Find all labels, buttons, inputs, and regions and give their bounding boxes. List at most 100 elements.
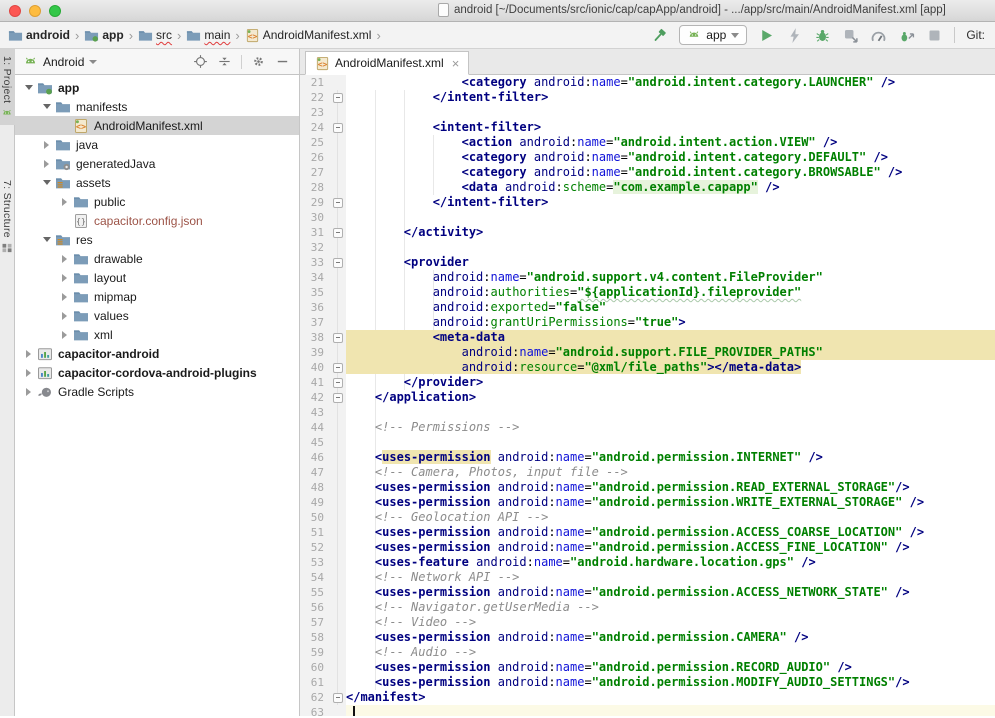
- debug-button[interactable]: [814, 27, 831, 44]
- expand-arrow-icon[interactable]: [23, 350, 34, 358]
- tree-item-generatedJava[interactable]: generatedJava: [15, 154, 299, 173]
- code-line-text[interactable]: </intent-filter>: [346, 195, 995, 210]
- code-editor[interactable]: 21 <category android:name="android.inten…: [300, 75, 995, 716]
- breadcrumb-item-app[interactable]: app: [84, 28, 123, 43]
- tree-item-res[interactable]: res: [15, 230, 299, 249]
- code-line-text[interactable]: [346, 210, 995, 225]
- tree-item-public[interactable]: public: [15, 192, 299, 211]
- code-line-text[interactable]: [346, 435, 995, 450]
- minimize-window-button[interactable]: [29, 5, 41, 17]
- code-line-text[interactable]: <provider: [346, 255, 995, 270]
- chevron-down-icon[interactable]: [89, 60, 97, 64]
- code-line-text[interactable]: <!-- Camera, Photos, input file -->: [346, 465, 995, 480]
- fold-toggle-icon[interactable]: [333, 258, 343, 268]
- collapse-all-button[interactable]: [217, 54, 232, 69]
- breadcrumb-item-src[interactable]: src: [138, 28, 172, 43]
- fold-toggle-icon[interactable]: [333, 333, 343, 343]
- tree-item-capacitor-android[interactable]: capacitor-android: [15, 344, 299, 363]
- tree-item-AndroidManifest.xml[interactable]: <>AndroidManifest.xml: [15, 116, 299, 135]
- code-line-text[interactable]: <category android:name="android.intent.c…: [346, 150, 995, 165]
- expand-arrow-icon[interactable]: [23, 85, 34, 90]
- hide-button[interactable]: [275, 54, 290, 69]
- code-line-text[interactable]: android:exported="false": [346, 300, 995, 315]
- code-line-text[interactable]: <uses-permission android:name="android.p…: [346, 660, 995, 675]
- code-line-text[interactable]: <uses-permission android:name="android.p…: [346, 525, 995, 540]
- profiler-button[interactable]: [870, 27, 887, 44]
- fold-toggle-icon[interactable]: [333, 93, 343, 103]
- breadcrumb-item-main[interactable]: main: [186, 28, 230, 43]
- tree-item-Gradle Scripts[interactable]: Gradle Scripts: [15, 382, 299, 401]
- code-line-text[interactable]: android:resource="@xml/file_paths"></met…: [346, 360, 995, 375]
- code-line-text[interactable]: <action android:name="android.intent.act…: [346, 135, 995, 150]
- tree-item-values[interactable]: values: [15, 306, 299, 325]
- code-line-text[interactable]: <uses-permission android:name="android.p…: [346, 585, 995, 600]
- code-line-text[interactable]: <intent-filter>: [346, 120, 995, 135]
- expand-arrow-icon[interactable]: [41, 237, 52, 242]
- fold-toggle-icon[interactable]: [333, 363, 343, 373]
- code-line-text[interactable]: [346, 105, 995, 120]
- view-selector[interactable]: Android: [43, 55, 84, 69]
- expand-arrow-icon[interactable]: [41, 160, 52, 168]
- close-icon[interactable]: ×: [452, 57, 460, 70]
- breadcrumb-item-AndroidManifest.xml[interactable]: <>AndroidManifest.xml: [245, 28, 372, 43]
- zoom-window-button[interactable]: [49, 5, 61, 17]
- fold-toggle-icon[interactable]: [333, 198, 343, 208]
- code-line-text[interactable]: <!-- Network API -->: [346, 570, 995, 585]
- stop-button[interactable]: [926, 27, 943, 44]
- tool-window-button----project[interactable]: 1: Project: [0, 49, 15, 125]
- code-line-text[interactable]: android:name="android.support.v4.content…: [346, 270, 995, 285]
- tree-item-xml[interactable]: xml: [15, 325, 299, 344]
- code-line-text[interactable]: android:name="android.support.FILE_PROVI…: [346, 345, 995, 360]
- tree-item-manifests[interactable]: manifests: [15, 97, 299, 116]
- tree-item-assets[interactable]: assets: [15, 173, 299, 192]
- expand-arrow-icon[interactable]: [59, 331, 70, 339]
- code-line-text[interactable]: <category android:name="android.intent.c…: [346, 165, 995, 180]
- code-line-text[interactable]: <!-- Permissions -->: [346, 420, 995, 435]
- build-hammer-button[interactable]: [651, 27, 668, 44]
- code-line-text[interactable]: <uses-feature android:name="android.hard…: [346, 555, 995, 570]
- code-line-text[interactable]: <!-- Video -->: [346, 615, 995, 630]
- attach-debugger-button[interactable]: [898, 27, 915, 44]
- fold-toggle-icon[interactable]: [333, 123, 343, 133]
- apply-changes-button[interactable]: [786, 27, 803, 44]
- code-line-text[interactable]: </intent-filter>: [346, 90, 995, 105]
- code-line-text[interactable]: <!-- Audio -->: [346, 645, 995, 660]
- run-button[interactable]: [758, 27, 775, 44]
- code-line-text[interactable]: <!-- Geolocation API -->: [346, 510, 995, 525]
- expand-arrow-icon[interactable]: [59, 198, 70, 206]
- tree-item-app[interactable]: app: [15, 78, 299, 97]
- code-line-text[interactable]: <uses-permission android:name="android.p…: [346, 495, 995, 510]
- breadcrumb-item-android[interactable]: android: [8, 28, 70, 43]
- code-line-text[interactable]: <uses-permission android:name="android.p…: [346, 450, 995, 465]
- code-line-text[interactable]: </manifest>: [346, 690, 995, 705]
- tree-item-layout[interactable]: layout: [15, 268, 299, 287]
- tree-item-drawable[interactable]: drawable: [15, 249, 299, 268]
- coverage-button[interactable]: [842, 27, 859, 44]
- expand-arrow-icon[interactable]: [41, 180, 52, 185]
- code-line-text[interactable]: <uses-permission android:name="android.p…: [346, 675, 995, 690]
- code-line-text[interactable]: <data android:scheme="com.example.capapp…: [346, 180, 995, 195]
- expand-arrow-icon[interactable]: [23, 388, 34, 396]
- expand-arrow-icon[interactable]: [41, 104, 52, 109]
- fold-toggle-icon[interactable]: [333, 378, 343, 388]
- expand-arrow-icon[interactable]: [41, 141, 52, 149]
- expand-arrow-icon[interactable]: [59, 274, 70, 282]
- settings-button[interactable]: [251, 54, 266, 69]
- code-line-text[interactable]: android:authorities="${applicationId}.fi…: [346, 285, 995, 300]
- code-line-text[interactable]: </provider>: [346, 375, 995, 390]
- code-line-text[interactable]: </application>: [346, 390, 995, 405]
- code-line-text[interactable]: [346, 405, 995, 420]
- close-window-button[interactable]: [9, 5, 21, 17]
- code-line-text[interactable]: <uses-permission android:name="android.p…: [346, 630, 995, 645]
- fold-toggle-icon[interactable]: [333, 228, 343, 238]
- fold-toggle-icon[interactable]: [333, 393, 343, 403]
- tree-item-java[interactable]: java: [15, 135, 299, 154]
- expand-arrow-icon[interactable]: [59, 293, 70, 301]
- tree-item-capacitor-cordova-android-plugins[interactable]: capacitor-cordova-android-plugins: [15, 363, 299, 382]
- code-line-text[interactable]: [346, 705, 995, 716]
- expand-arrow-icon[interactable]: [59, 312, 70, 320]
- run-config-selector[interactable]: app: [679, 25, 747, 45]
- expand-arrow-icon[interactable]: [23, 369, 34, 377]
- tree-item-capacitor.config.json[interactable]: {}capacitor.config.json: [15, 211, 299, 230]
- code-line-text[interactable]: <meta-data: [346, 330, 995, 345]
